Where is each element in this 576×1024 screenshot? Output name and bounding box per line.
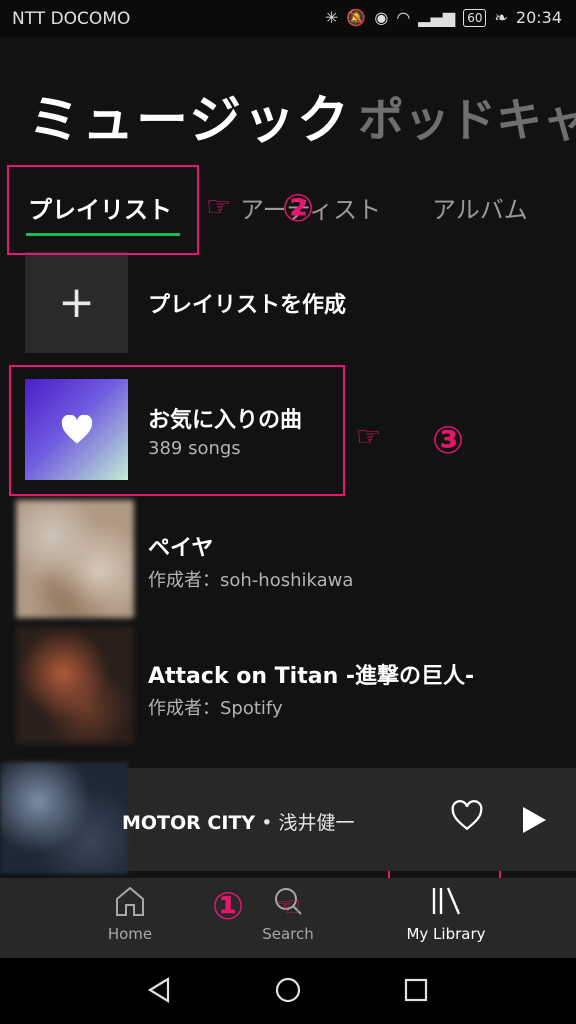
home-icon [116,886,144,916]
eye-icon: ◉ [374,8,389,27]
track-title: MOTOR CITY [122,812,256,834]
annotation-box-playlists [7,165,199,255]
back-button[interactable] [146,976,174,1008]
create-playlist-tile[interactable]: + [25,252,128,353]
signal-icon: ▂▄▆ [418,8,456,27]
battery-icon: 60 [463,8,487,27]
nav-my-library-label: My Library [406,925,486,943]
play-button[interactable] [520,805,548,839]
like-button[interactable] [450,800,484,836]
status-icons: ✳ 🔕 ◉ ◠ ▂▄▆ 60 ❧ 20:34 [325,8,562,27]
annotation-box-liked [9,365,345,496]
library-icon [432,887,461,915]
track-artist: 浅井健一 [278,812,355,834]
annotation-one: ① [212,884,245,928]
subtab-albums[interactable]: アルバム [432,190,528,225]
pointing-hand-icon: ☞ [276,890,302,923]
clock-time: 20:34 [515,8,562,27]
bluetooth-icon: ✳ [325,8,339,27]
heart-outline-icon [451,800,483,831]
recents-button[interactable] [402,976,430,1008]
wifi-icon: ◠ [396,8,411,27]
playlist-title[interactable]: ペイヤ [148,530,213,562]
leaf-icon: ❧ [494,8,508,27]
play-icon [523,807,546,833]
tab-podcasts[interactable]: ポッドキャ [358,84,576,150]
playlist-cover[interactable] [16,500,134,618]
playlist-cover[interactable] [16,626,134,744]
nav-home-label: Home [107,925,153,943]
annotation-two: ② [282,186,315,230]
mute-icon: 🔕 [346,8,367,27]
pointing-hand-icon: ☞ [356,420,382,453]
carrier-label: NTT DOCOMO [12,9,131,29]
back-triangle-icon [147,977,170,1003]
home-system-button[interactable] [274,976,302,1008]
nav-home[interactable]: Home [70,885,190,943]
recents-square-icon [404,978,428,1002]
playlist-owner: 作成者：soh-hoshikawa [148,570,354,591]
tab-music[interactable]: ミュージック [28,78,351,153]
track-separator: • [255,812,279,834]
nav-search-label: Search [262,925,314,943]
plus-icon: + [58,277,95,328]
now-playing-artwork[interactable] [0,762,128,874]
nav-my-library[interactable]: My Library [386,885,506,943]
annotation-three: ③ [432,418,465,462]
home-circle-icon [275,977,301,1003]
playlist-title[interactable]: Attack on Titan -進撃の巨人- [148,658,474,690]
now-playing-info[interactable]: MOTOR CITY • 浅井健一 [122,808,354,835]
create-playlist-label[interactable]: プレイリストを作成 [148,287,346,319]
playlist-owner: 作成者：Spotify [148,698,283,719]
pointing-hand-icon: ☞ [206,190,232,223]
